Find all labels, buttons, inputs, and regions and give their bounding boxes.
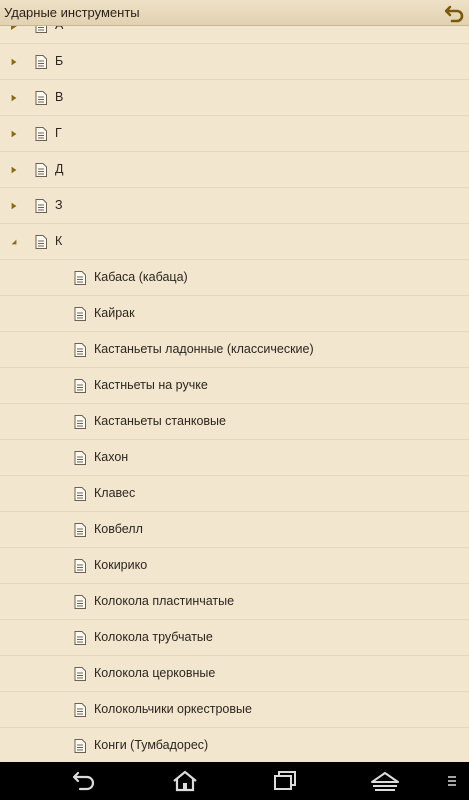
document-icon	[74, 271, 86, 285]
document-icon	[74, 379, 86, 393]
document-icon	[74, 415, 86, 429]
group-row[interactable]: З	[0, 188, 469, 224]
document-icon	[74, 487, 86, 501]
document-icon	[35, 26, 47, 33]
list-item[interactable]: Ковбелл	[0, 512, 469, 548]
group-label: Б	[55, 54, 64, 68]
document-icon	[74, 595, 86, 609]
recent-apps-icon[interactable]	[272, 770, 298, 792]
group-label: К	[55, 234, 63, 248]
list-item[interactable]: Кахон	[0, 440, 469, 476]
group-row[interactable]: К	[0, 224, 469, 260]
page-title: Ударные инструменты	[4, 5, 140, 20]
document-icon	[74, 523, 86, 537]
list-item-label: Колокольчики оркестровые	[94, 702, 252, 716]
document-icon	[74, 451, 86, 465]
triangle-right-icon	[11, 130, 17, 138]
group-label: Д	[55, 162, 64, 176]
list-item-label: Кастаньеты станковые	[94, 414, 226, 428]
home-icon[interactable]	[172, 770, 198, 792]
back-arrow-icon[interactable]	[445, 3, 465, 23]
group-label: Г	[55, 126, 62, 140]
list-item-label: Кастньеты на ручке	[94, 378, 208, 392]
list-item[interactable]: Кастаньеты станковые	[0, 404, 469, 440]
list-item-label: Клавес	[94, 486, 136, 500]
group-label: А	[55, 26, 63, 32]
list-item-label: Кахон	[94, 450, 129, 464]
document-icon	[74, 703, 86, 717]
document-icon	[74, 559, 86, 573]
group-row[interactable]: Д	[0, 152, 469, 188]
list-item[interactable]: Колокола трубчатые	[0, 620, 469, 656]
document-icon	[35, 91, 47, 105]
triangle-right-icon	[11, 94, 17, 102]
document-icon	[35, 55, 47, 69]
document-icon	[35, 199, 47, 213]
triangle-right-icon	[11, 26, 17, 30]
instrument-list: А Б В Г Д З К Кабаса (кабаца) Кайрак Кастаньеты …	[0, 26, 469, 762]
list-item-label: Кастаньеты ладонные (классические)	[94, 342, 314, 356]
document-icon	[74, 667, 86, 681]
title-bar: Ударные инструменты	[0, 0, 469, 26]
group-row-partial[interactable]: А	[0, 26, 469, 44]
list-item-label: Кайрак	[94, 306, 135, 320]
list-item[interactable]: Кабаса (кабаца)	[0, 260, 469, 296]
hide-keyboard-icon[interactable]	[370, 770, 400, 792]
list-item[interactable]: Колокола церковные	[0, 656, 469, 692]
list-item[interactable]: Конги (Тумбадорес)	[0, 728, 469, 762]
document-icon	[74, 739, 86, 753]
document-icon	[74, 307, 86, 321]
list-item-label: Кабаса (кабаца)	[94, 270, 188, 284]
group-row[interactable]: Б	[0, 44, 469, 80]
document-icon	[35, 235, 47, 249]
list-item[interactable]: Кастаньеты ладонные (классические)	[0, 332, 469, 368]
list-item-label: Кокирико	[94, 558, 148, 572]
group-row[interactable]: В	[0, 80, 469, 116]
list-item[interactable]: Клавес	[0, 476, 469, 512]
list-item-label: Конги (Тумбадорес)	[94, 738, 209, 752]
triangle-right-icon	[11, 58, 17, 66]
list-item[interactable]: Кокирико	[0, 548, 469, 584]
triangle-down-icon	[11, 239, 17, 245]
list-item-label: Колокола церковные	[94, 666, 216, 680]
document-icon	[35, 163, 47, 177]
list-item[interactable]: Кайрак	[0, 296, 469, 332]
list-item-label: Колокола пластинчатые	[94, 594, 235, 608]
list-item[interactable]: Колокольчики оркестровые	[0, 692, 469, 728]
system-nav-bar	[0, 762, 469, 800]
app-window: Ударные инструменты А Б В Г Д З К Кабаса (каба…	[0, 0, 469, 800]
list-item[interactable]: Колокола пластинчатые	[0, 584, 469, 620]
list-item-label: Колокола трубчатые	[94, 630, 213, 644]
document-icon	[74, 343, 86, 357]
triangle-right-icon	[11, 202, 17, 210]
document-icon	[74, 631, 86, 645]
list-item-label: Ковбелл	[94, 522, 143, 536]
list-item[interactable]: Кастньеты на ручке	[0, 368, 469, 404]
triangle-right-icon	[11, 166, 17, 174]
group-label: В	[55, 90, 64, 104]
group-label: З	[55, 198, 63, 212]
document-icon	[35, 127, 47, 141]
group-row[interactable]: Г	[0, 116, 469, 152]
nav-back-icon[interactable]	[72, 770, 98, 792]
menu-icon[interactable]	[447, 775, 457, 787]
